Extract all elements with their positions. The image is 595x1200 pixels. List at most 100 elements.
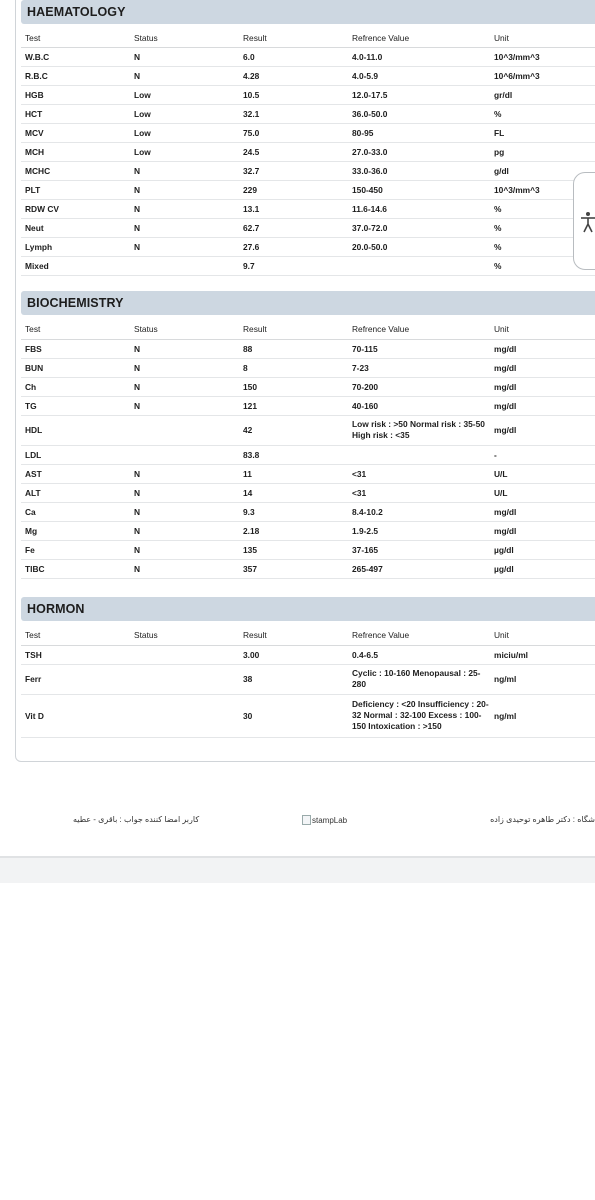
reference-cell: 33.0-36.0 (348, 161, 490, 181)
unit-cell: 10^6/mm^3 (490, 66, 595, 86)
reference-cell: 4.0-11.0 (348, 47, 490, 67)
column-header: Test (21, 626, 130, 646)
section-biochemistry: BIOCHEMISTRY Test Status Result Refrence Va… (21, 291, 595, 579)
table-row: Ca N 9.3 8.4-10.2 mg/dl (21, 502, 595, 522)
accessibility-button[interactable] (573, 172, 595, 270)
status-cell: N (130, 161, 239, 181)
reference-cell: 150-450 (348, 180, 490, 200)
test-cell: ALT (21, 483, 130, 503)
table-row: RDW CV N 13.1 11.6-14.6% (21, 199, 595, 219)
result-cell: 42 (239, 415, 348, 446)
table-row: Ch N 150 70-200 mg/dl (21, 377, 595, 397)
reference-cell: 70-200 (348, 377, 490, 397)
result-cell: 10.5 (239, 85, 348, 105)
test-cell: W.B.C (21, 47, 130, 67)
table-row: Lymph N 27.6 20.0-50.0% (21, 237, 595, 257)
column-header: Status (130, 29, 239, 48)
status-cell (130, 445, 239, 465)
table-row: TSH 3.00 0.4-6.5 miciu/ml (21, 645, 595, 665)
result-cell: 11 (239, 464, 348, 484)
accessibility-icon (581, 212, 595, 233)
reference-cell (348, 256, 490, 276)
reference-cell: 40-160 (348, 396, 490, 416)
section-title: HAEMATOLOGY (21, 0, 595, 24)
result-cell: 75.0 (239, 123, 348, 143)
unit-cell: mg/dl (490, 358, 595, 378)
status-cell (130, 415, 239, 446)
section-title: BIOCHEMISTRY (21, 291, 595, 315)
test-cell: Neut (21, 218, 130, 238)
result-cell: 24.5 (239, 142, 348, 162)
table-row: MCH Low 24.5 27.0-33.0 pg (21, 142, 595, 162)
result-cell: 30 (239, 694, 348, 738)
status-cell: N (130, 396, 239, 416)
table-header-row: Test Status Result Refrence Value Unit (21, 626, 595, 646)
status-cell (130, 256, 239, 276)
broken-image-icon (302, 815, 311, 825)
test-cell: Mg (21, 521, 130, 541)
result-cell: 32.7 (239, 161, 348, 181)
reference-cell (348, 445, 490, 465)
status-cell: Low (130, 123, 239, 143)
status-cell: Low (130, 142, 239, 162)
unit-cell: % (490, 104, 595, 124)
results-table: Test Status Result Refrence Value Unit TSH 3.0… (21, 626, 595, 738)
doctor-text: شگاه : دکتر طاهره توحیدی زاده (490, 815, 595, 824)
status-cell (130, 645, 239, 665)
reference-cell: <31 (348, 464, 490, 484)
test-cell: Lymph (21, 237, 130, 257)
reference-cell: <31 (348, 483, 490, 503)
table-row: TIBC N 357 265-497 µg/dl (21, 559, 595, 579)
status-cell: N (130, 540, 239, 560)
reference-cell: 20.0-50.0 (348, 237, 490, 257)
unit-cell: miciu/ml (490, 645, 595, 665)
table-row: MCHC N 32.7 33.0-36.0 g/dl (21, 161, 595, 181)
result-cell: 6.0 (239, 47, 348, 67)
result-cell: 27.6 (239, 237, 348, 257)
column-header: Unit (490, 320, 595, 340)
status-cell: N (130, 464, 239, 484)
result-cell: 9.3 (239, 502, 348, 522)
status-cell: N (130, 559, 239, 579)
result-cell: 8 (239, 358, 348, 378)
section-hormon: HORMON Test Status Result Refrence Value Uni… (21, 597, 595, 738)
column-header: Unit (490, 29, 595, 48)
test-cell: R.B.C (21, 66, 130, 86)
result-cell: 13.1 (239, 199, 348, 219)
table-row: Neut N 62.7 37.0-72.0% (21, 218, 595, 238)
reference-cell: 1.9-2.5 (348, 521, 490, 541)
result-cell: 3.00 (239, 645, 348, 665)
test-cell: RDW CV (21, 199, 130, 219)
column-header: Unit (490, 626, 595, 646)
status-cell: N (130, 47, 239, 67)
table-row: PLT N 229 150-450 10^3/mm^3 (21, 180, 595, 200)
footer-band (0, 858, 595, 883)
table-row: ALT N 14 <31 U/L (21, 483, 595, 503)
result-cell: 121 (239, 396, 348, 416)
test-cell: TIBC (21, 559, 130, 579)
reference-cell: 11.6-14.6 (348, 199, 490, 219)
reference-cell: 0.4-6.5 (348, 645, 490, 665)
status-cell: N (130, 521, 239, 541)
column-header: Status (130, 626, 239, 646)
status-cell: N (130, 339, 239, 359)
test-cell: PLT (21, 180, 130, 200)
column-header: Refrence Value (348, 29, 490, 48)
table-row: AST N 11 <31 U/L (21, 464, 595, 484)
test-cell: HGB (21, 85, 130, 105)
table-row: TG N 121 40-160 mg/dl (21, 396, 595, 416)
status-cell: N (130, 218, 239, 238)
unit-cell: mg/dl (490, 339, 595, 359)
test-cell: Ferr (21, 664, 130, 695)
table-row: Mixed 9.7% (21, 256, 595, 276)
unit-cell: mg/dl (490, 415, 595, 446)
unit-cell: µg/dl (490, 540, 595, 560)
unit-cell: mg/dl (490, 521, 595, 541)
status-cell: Low (130, 104, 239, 124)
reference-cell: 265-497 (348, 559, 490, 579)
result-cell: 88 (239, 339, 348, 359)
result-cell: 9.7 (239, 256, 348, 276)
test-cell: Ca (21, 502, 130, 522)
status-cell: N (130, 502, 239, 522)
reference-cell: 12.0-17.5 (348, 85, 490, 105)
